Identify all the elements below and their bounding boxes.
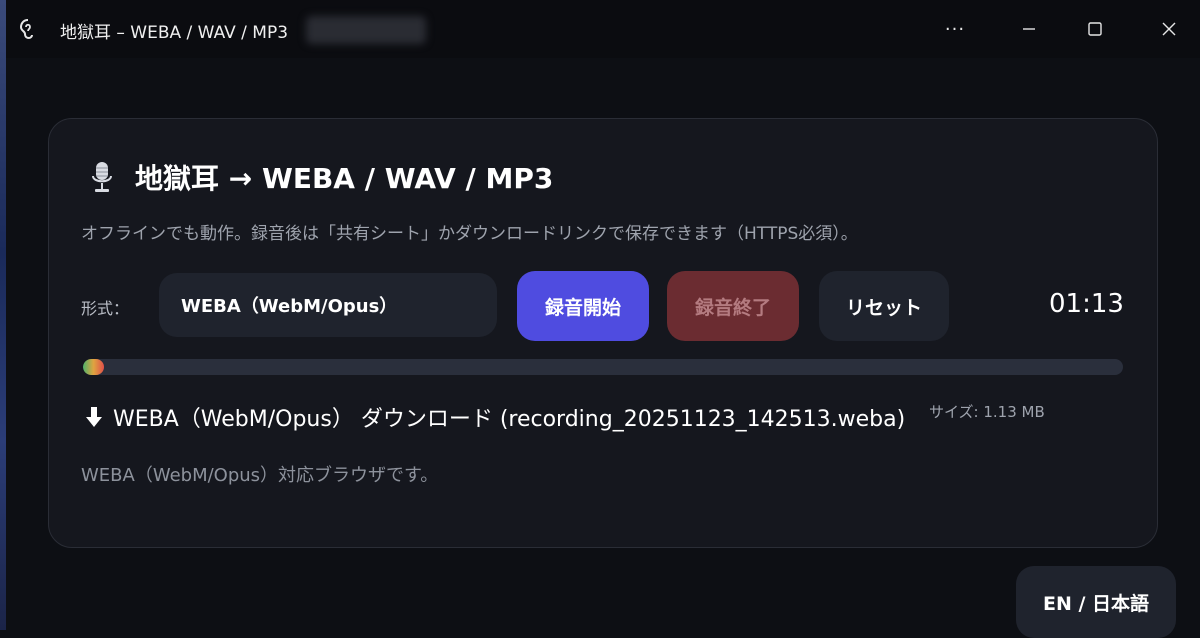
page-subtitle: オフラインでも動作。録音後は「共有シート」かダウンロードリンクで保存できます（H… bbox=[81, 224, 858, 244]
close-button[interactable] bbox=[1146, 14, 1192, 44]
download-link-text: WEBA（WebM/Opus） ダウンロード (recording_202511… bbox=[113, 407, 906, 432]
level-meter bbox=[83, 359, 1123, 375]
minimize-button[interactable] bbox=[1006, 14, 1052, 44]
level-meter-fill bbox=[83, 359, 104, 375]
app-logo-icon bbox=[19, 19, 33, 40]
reset-button[interactable]: リセット bbox=[819, 271, 949, 341]
maximize-icon bbox=[1088, 22, 1102, 36]
download-link[interactable]: WEBA（WebM/Opus） ダウンロード (recording_202511… bbox=[85, 401, 905, 433]
recording-timer: 01:13 bbox=[1049, 289, 1124, 319]
file-size: サイズ: 1.13 MB bbox=[929, 403, 1045, 421]
recorder-card: 地獄耳 → WEBA / WAV / MP3 オフラインでも動作。録音後は「共有… bbox=[48, 118, 1158, 548]
app-window: 地獄耳 – WEBA / WAV / MP3 ··· 地獄耳 → WEBA / … bbox=[0, 0, 1200, 638]
stop-recording-button[interactable]: 録音終了 bbox=[667, 271, 799, 341]
more-options-button[interactable]: ··· bbox=[932, 14, 978, 44]
window-title: 地獄耳 – WEBA / WAV / MP3 bbox=[60, 23, 289, 43]
format-select[interactable]: WEBA（WebM/Opus） bbox=[159, 273, 497, 337]
desktop-wallpaper-edge bbox=[0, 0, 6, 630]
close-icon bbox=[1162, 22, 1176, 36]
page-title: 地獄耳 → WEBA / WAV / MP3 bbox=[135, 162, 554, 195]
download-arrow-icon bbox=[86, 407, 102, 427]
title-bar: 地獄耳 – WEBA / WAV / MP3 ··· bbox=[6, 0, 1200, 58]
format-label: 形式： bbox=[81, 299, 130, 318]
language-toggle-button[interactable]: EN / 日本語 bbox=[1016, 566, 1176, 638]
more-icon: ··· bbox=[944, 18, 966, 40]
maximize-button[interactable] bbox=[1072, 14, 1118, 44]
minimize-icon bbox=[1023, 28, 1035, 30]
start-recording-button[interactable]: 録音開始 bbox=[517, 271, 649, 341]
microphone-icon bbox=[92, 162, 112, 192]
redacted-area bbox=[306, 16, 426, 44]
browser-support-note: WEBA（WebM/Opus）対応ブラウザです。 bbox=[81, 465, 439, 486]
